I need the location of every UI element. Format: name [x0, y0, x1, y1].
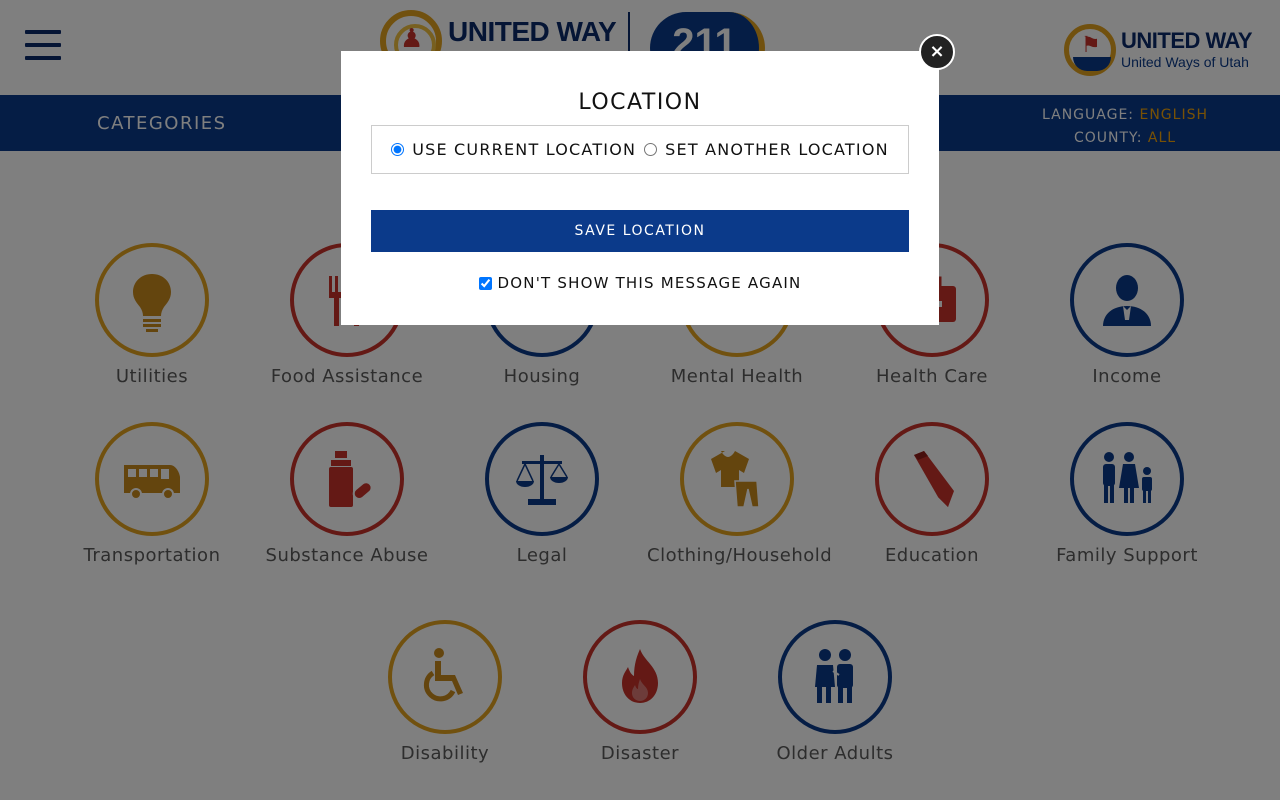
- dont-show-again-label: DON'T SHOW THIS MESSAGE AGAIN: [497, 274, 802, 292]
- close-icon[interactable]: ×: [919, 34, 955, 70]
- use-current-location-label: USE CURRENT LOCATION: [412, 140, 637, 159]
- set-another-location-option[interactable]: SET ANOTHER LOCATION: [644, 140, 889, 159]
- save-location-button[interactable]: SAVE LOCATION: [371, 210, 909, 252]
- location-options: USE CURRENT LOCATION SET ANOTHER LOCATIO…: [371, 125, 909, 174]
- modal-title: LOCATION: [578, 90, 702, 115]
- location-modal: LOCATION USE CURRENT LOCATION SET ANOTHE…: [341, 51, 939, 325]
- use-current-location-radio[interactable]: [391, 143, 405, 156]
- dont-show-again-checkbox[interactable]: [478, 276, 492, 290]
- set-another-location-radio[interactable]: [644, 143, 658, 156]
- dont-show-again-option[interactable]: DON'T SHOW THIS MESSAGE AGAIN: [341, 274, 939, 292]
- set-another-location-label: SET ANOTHER LOCATION: [665, 140, 889, 159]
- use-current-location-option[interactable]: USE CURRENT LOCATION: [391, 140, 636, 159]
